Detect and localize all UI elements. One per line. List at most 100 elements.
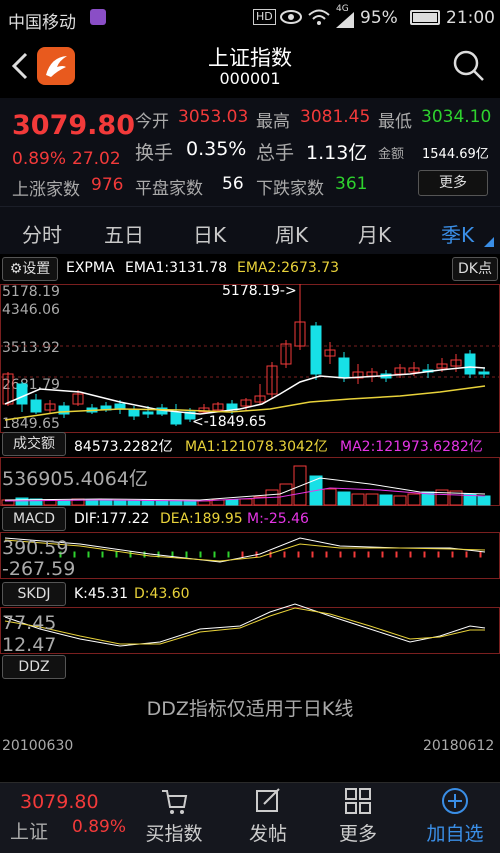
grid-icon [345, 788, 371, 814]
header: 上证指数 000001 [0, 36, 500, 98]
volume-bar [323, 488, 337, 506]
volume-value: 1.13亿 [306, 142, 368, 164]
eye-icon [280, 10, 302, 24]
skdj-d: D:43.60 [134, 586, 190, 602]
macd-bar [199, 551, 202, 558]
macd-bar [353, 551, 356, 558]
volume-bar [57, 500, 71, 506]
volume-bar [351, 493, 365, 506]
tab-intraday[interactable]: 分时 [22, 219, 62, 248]
tab-monthly-k[interactable]: 月K [358, 219, 391, 248]
candle [58, 405, 70, 415]
plus-circle-icon [442, 788, 468, 814]
more-menu-button[interactable]: 更多 [322, 783, 394, 853]
date-start: 20100630 [2, 738, 74, 754]
bottom-change-pct: 0.89% [72, 817, 127, 837]
skdj-y-bottom: 12.47 [2, 634, 57, 656]
macd-y-bottom: -267.59 [2, 558, 76, 580]
low-label: 最低 [378, 112, 412, 132]
macd-bar [423, 551, 426, 558]
macd-dea: DEA:189.95 [160, 511, 243, 527]
macd-bar [437, 551, 440, 558]
macd-bar [311, 551, 314, 558]
down-count: 361 [335, 174, 368, 194]
macd-bar [283, 551, 286, 558]
volume-ma1: MA1:121078.3042亿 [185, 439, 328, 455]
macd-bar [185, 551, 188, 558]
flat-count-label: 平盘家数 [135, 179, 203, 199]
search-icon[interactable] [453, 50, 485, 82]
cart-icon [162, 790, 188, 814]
candle [142, 411, 154, 415]
more-button[interactable]: 更多 [418, 170, 488, 196]
post-button[interactable]: 发帖 [232, 783, 304, 853]
bottom-stock-name: 上证 [10, 821, 49, 843]
macd-bar [395, 551, 398, 558]
tab-quarterly-k[interactable]: 季K [441, 219, 474, 248]
high-label: 最高 [256, 112, 290, 132]
volume-y-top: 536905.4064亿 [2, 468, 148, 490]
macd-bar [479, 551, 482, 558]
macd-indicator-button[interactable]: MACD [2, 507, 66, 531]
ema1-line [4, 366, 486, 415]
skdj-y-top: 77.45 [2, 612, 57, 634]
volume-bar [85, 499, 99, 506]
more-menu-label: 更多 [338, 823, 377, 845]
add-watchlist-label: 加自选 [426, 823, 484, 845]
bottom-bar: 3079.80 上证 0.89% 买指数 发帖 更多 加自选 [0, 782, 500, 853]
up-count-label: 上涨家数 [12, 180, 80, 200]
quote-panel: 3079.80 0.89% 27.02 上涨家数 976 今开 3053.03 … [0, 98, 500, 206]
volume-amount: 84573.2282亿 [74, 439, 173, 455]
macd-bar [73, 551, 76, 558]
macd-bar [297, 551, 300, 558]
macd-bar [227, 551, 230, 558]
volume-bar [113, 500, 127, 506]
candle [478, 371, 490, 375]
change-percent: 0.89% [12, 149, 67, 169]
volume-bar [337, 491, 351, 506]
status-bar: 中国移动 HD 4G 95% 21:00 [0, 0, 500, 36]
add-watchlist-button[interactable]: 加自选 [415, 783, 495, 853]
tab-dropdown-icon[interactable] [484, 237, 494, 247]
skdj-indicator-button[interactable]: SKDJ [2, 582, 66, 606]
volume-bar [225, 499, 239, 506]
macd-dif: DIF:177.22 [74, 511, 150, 527]
macd-bar [213, 551, 216, 558]
tab-daily-k[interactable]: 日K [193, 219, 226, 248]
up-count: 976 [91, 175, 124, 195]
candle [128, 409, 140, 417]
current-price: 3079.80 [12, 110, 135, 141]
edit-icon [256, 788, 280, 812]
tab-weekly-k[interactable]: 周K [275, 219, 308, 248]
period-tabs: 分时 五日 日K 周K 月K 季K [0, 206, 500, 254]
battery-percent: 95% [360, 8, 398, 28]
change-amount: 27.02 [72, 149, 121, 169]
app-notification-icon [90, 9, 106, 25]
turnover-value: 0.35% [186, 138, 247, 160]
volume-indicator-button[interactable]: 成交额 [2, 432, 66, 456]
wifi-icon [308, 9, 330, 25]
macd-bar [115, 551, 118, 558]
ddz-message: DDZ指标仅适用于日K线 [146, 698, 354, 720]
tab-five-day[interactable]: 五日 [104, 219, 144, 248]
open-label: 今开 [135, 112, 169, 132]
signal-icon [336, 12, 354, 28]
volume-bar [99, 499, 113, 506]
skdj-k-line [4, 603, 486, 647]
volume-label: 总手 [256, 142, 295, 164]
hd-badge: HD [253, 9, 276, 25]
candle [338, 357, 350, 379]
page-title: 上证指数 [208, 46, 292, 70]
ddz-indicator-button[interactable]: DDZ [2, 655, 66, 679]
candle [30, 399, 42, 413]
candle [170, 411, 182, 425]
buy-index-button[interactable]: 买指数 [138, 783, 210, 853]
macd-bar [241, 551, 244, 558]
macd-bar [87, 551, 90, 558]
macd-bar [367, 551, 370, 558]
macd-bar [101, 551, 104, 558]
volume-bar [197, 500, 211, 506]
macd-bar [269, 551, 272, 558]
carrier-name: 中国移动 [8, 13, 76, 33]
bottom-price: 3079.80 [20, 791, 99, 813]
